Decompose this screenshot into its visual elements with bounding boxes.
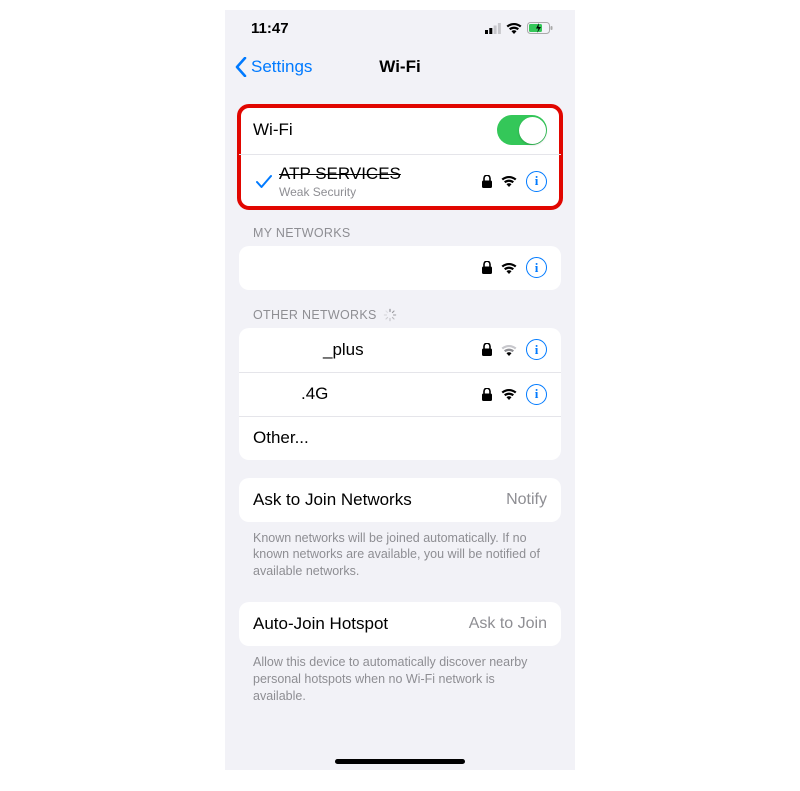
page-title: Wi-Fi	[379, 57, 420, 77]
network-name: .4G	[301, 384, 482, 404]
back-label: Settings	[251, 57, 312, 77]
status-bar: 11:47	[225, 10, 575, 46]
info-button[interactable]: i	[526, 339, 547, 360]
my-networks-header: MY NETWORKS	[239, 226, 561, 246]
home-indicator[interactable]	[335, 759, 465, 764]
other-network-row[interactable]: Other...	[239, 416, 561, 460]
other-networks-header: OTHER NETWORKS	[239, 308, 561, 328]
network-row[interactable]: _plus i	[239, 328, 561, 372]
ask-to-join-label: Ask to Join Networks	[253, 490, 412, 510]
network-row[interactable]: i	[239, 246, 561, 290]
ask-to-join-value: Notify	[506, 491, 547, 509]
wifi-settings-screen: 11:47 Settings Wi-Fi Wi-Fi	[225, 10, 575, 770]
wifi-strength-icon	[501, 262, 517, 274]
lock-icon	[482, 175, 492, 188]
auto-join-footer: Allow this device to automatically disco…	[239, 654, 561, 705]
other-networks-group: _plus i .4G i Other...	[239, 328, 561, 460]
status-time: 11:47	[251, 20, 289, 37]
network-row[interactable]: .4G i	[239, 372, 561, 416]
battery-icon	[527, 22, 553, 34]
ask-to-join-footer: Known networks will be joined automatica…	[239, 530, 561, 581]
spinner-icon	[383, 308, 397, 322]
connected-network-subtitle: Weak Security	[279, 185, 482, 199]
cellular-icon	[485, 23, 501, 34]
info-button[interactable]: i	[526, 384, 547, 405]
checkmark-icon	[256, 174, 272, 189]
wifi-toggle-label: Wi-Fi	[253, 120, 293, 140]
status-icons	[485, 22, 553, 34]
auto-join-group: Auto-Join Hotspot Ask to Join	[239, 602, 561, 646]
connected-network-row[interactable]: ATP SERVICES Weak Security i	[239, 154, 561, 208]
wifi-strength-icon	[501, 175, 517, 187]
wifi-strength-icon	[501, 388, 517, 400]
lock-icon	[482, 388, 492, 401]
info-button[interactable]: i	[526, 257, 547, 278]
auto-join-label: Auto-Join Hotspot	[253, 614, 388, 634]
toggle-knob	[519, 117, 546, 144]
auto-join-value: Ask to Join	[469, 615, 547, 633]
wifi-toggle[interactable]	[497, 115, 547, 145]
back-button[interactable]: Settings	[235, 57, 312, 77]
wifi-toggle-row[interactable]: Wi-Fi	[239, 106, 561, 154]
ask-to-join-row[interactable]: Ask to Join Networks Notify	[239, 478, 561, 522]
connected-network-name: ATP SERVICES	[279, 164, 482, 184]
network-name: _plus	[323, 340, 482, 360]
auto-join-row[interactable]: Auto-Join Hotspot Ask to Join	[239, 602, 561, 646]
other-label: Other...	[253, 428, 309, 448]
ask-to-join-group: Ask to Join Networks Notify	[239, 478, 561, 522]
nav-header: Settings Wi-Fi	[225, 46, 575, 88]
my-networks-group: i	[239, 246, 561, 290]
scroll-content: Wi-Fi ATP SERVICES Weak Security i	[225, 106, 575, 705]
info-button[interactable]: i	[526, 171, 547, 192]
wifi-main-group: Wi-Fi ATP SERVICES Weak Security i	[239, 106, 561, 208]
lock-icon	[482, 343, 492, 356]
lock-icon	[482, 261, 492, 274]
wifi-strength-icon	[501, 344, 517, 356]
wifi-icon	[506, 22, 522, 34]
chevron-left-icon	[235, 57, 247, 77]
